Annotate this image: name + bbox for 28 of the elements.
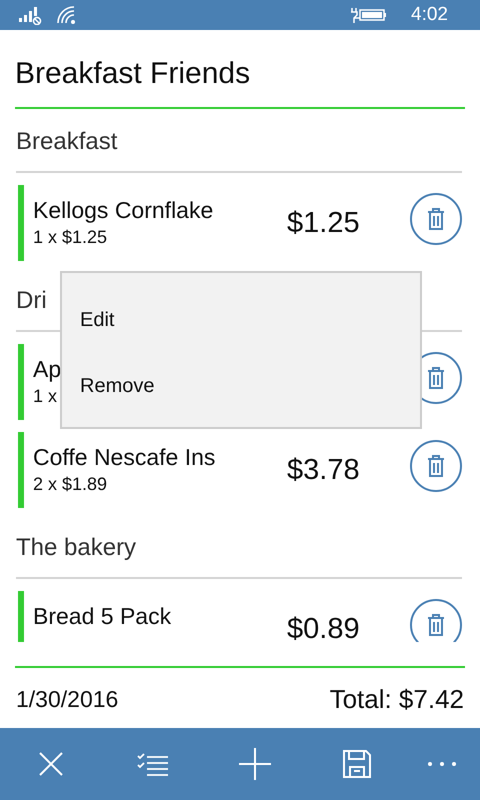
clock-time: 4:02 [411, 4, 448, 26]
item-price: $3.78 [287, 454, 360, 486]
total-amount: Total: $7.42 [330, 684, 464, 714]
section-heading: Breakfast [16, 127, 118, 157]
menu-item[interactable]: Edit [62, 287, 420, 353]
section-heading: The bakery [16, 533, 136, 563]
item-price: $0.89 [287, 612, 360, 642]
delete-button[interactable] [410, 440, 462, 492]
trash-icon [427, 455, 445, 477]
signal-icon [18, 5, 42, 25]
trash-icon [427, 614, 445, 636]
wifi-icon [56, 5, 76, 25]
item-name: Kellogs Cornflake [33, 196, 214, 225]
menu-item[interactable]: Remove [62, 353, 420, 419]
trash-icon [427, 208, 445, 230]
item-quantity: 2 x $1.89 [33, 473, 108, 496]
item-name: Bread 5 Pack [33, 602, 172, 631]
item-price: $1.25 [287, 206, 360, 238]
item-quantity: 1 x $1.25 [33, 226, 108, 249]
trash-icon [427, 367, 445, 389]
item-name: Ap [33, 355, 62, 384]
page-title: Breakfast Friends [15, 56, 250, 92]
list-date: 1/30/2016 [16, 686, 118, 712]
item-quantity: 1 x [33, 385, 58, 408]
delete-button[interactable] [410, 599, 462, 642]
item-name: Coffe Nescafe Ins [33, 443, 216, 472]
delete-button[interactable] [410, 193, 462, 245]
section-heading: Dri [16, 286, 47, 316]
